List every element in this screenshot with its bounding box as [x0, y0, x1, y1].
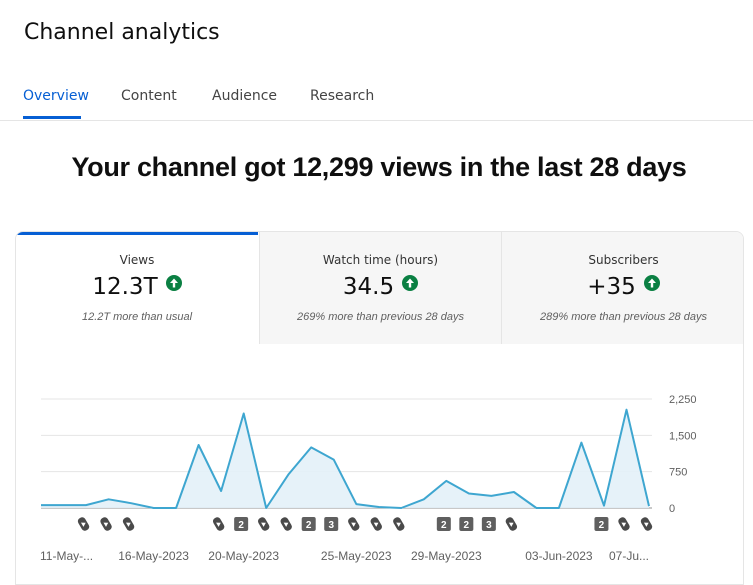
metrics-card: Views 12.3T 12.2T more than usual Watch … — [15, 231, 744, 585]
metric-value: 34.5 — [342, 274, 395, 300]
tab-content[interactable]: Content — [121, 88, 177, 104]
metric-tab-views[interactable]: Views 12.3T 12.2T more than usual — [16, 232, 258, 344]
metric-tab-subscribers[interactable]: Subscribers +35 289% more than previous … — [501, 232, 743, 344]
arrow-up-icon — [402, 275, 419, 291]
metric-value-row: 34.5 — [260, 274, 501, 300]
metric-label: Subscribers — [588, 253, 659, 267]
metric-comparison: 12.2T more than usual — [81, 311, 193, 323]
metric-comparison: 289% more than previous 28 days — [540, 311, 707, 323]
metric-value-row: +35 — [502, 274, 743, 300]
page-title: Channel analytics — [24, 20, 220, 45]
active-tab-indicator — [23, 116, 81, 119]
summary-headline: Your channel got 12,299 views in the las… — [71, 152, 687, 182]
metric-value: +35 — [587, 274, 636, 300]
tab-audience[interactable]: Audience — [212, 88, 277, 104]
tab-research[interactable]: Research — [310, 88, 374, 104]
metric-label: Views — [119, 253, 155, 267]
metric-value: 12.3T — [92, 274, 158, 300]
metric-tab-watch-time[interactable]: Watch time (hours) 34.5 269% more than p… — [259, 232, 501, 344]
arrow-up-icon — [643, 275, 660, 291]
arrow-up-icon — [165, 275, 182, 291]
metric-value-row: 12.3T — [16, 274, 258, 300]
tab-bar: Overview Content Audience Research — [0, 78, 753, 121]
tab-overview[interactable]: Overview — [23, 88, 89, 104]
metric-label: Watch time (hours) — [322, 253, 439, 267]
metric-comparison: 269% more than previous 28 days — [297, 311, 464, 323]
